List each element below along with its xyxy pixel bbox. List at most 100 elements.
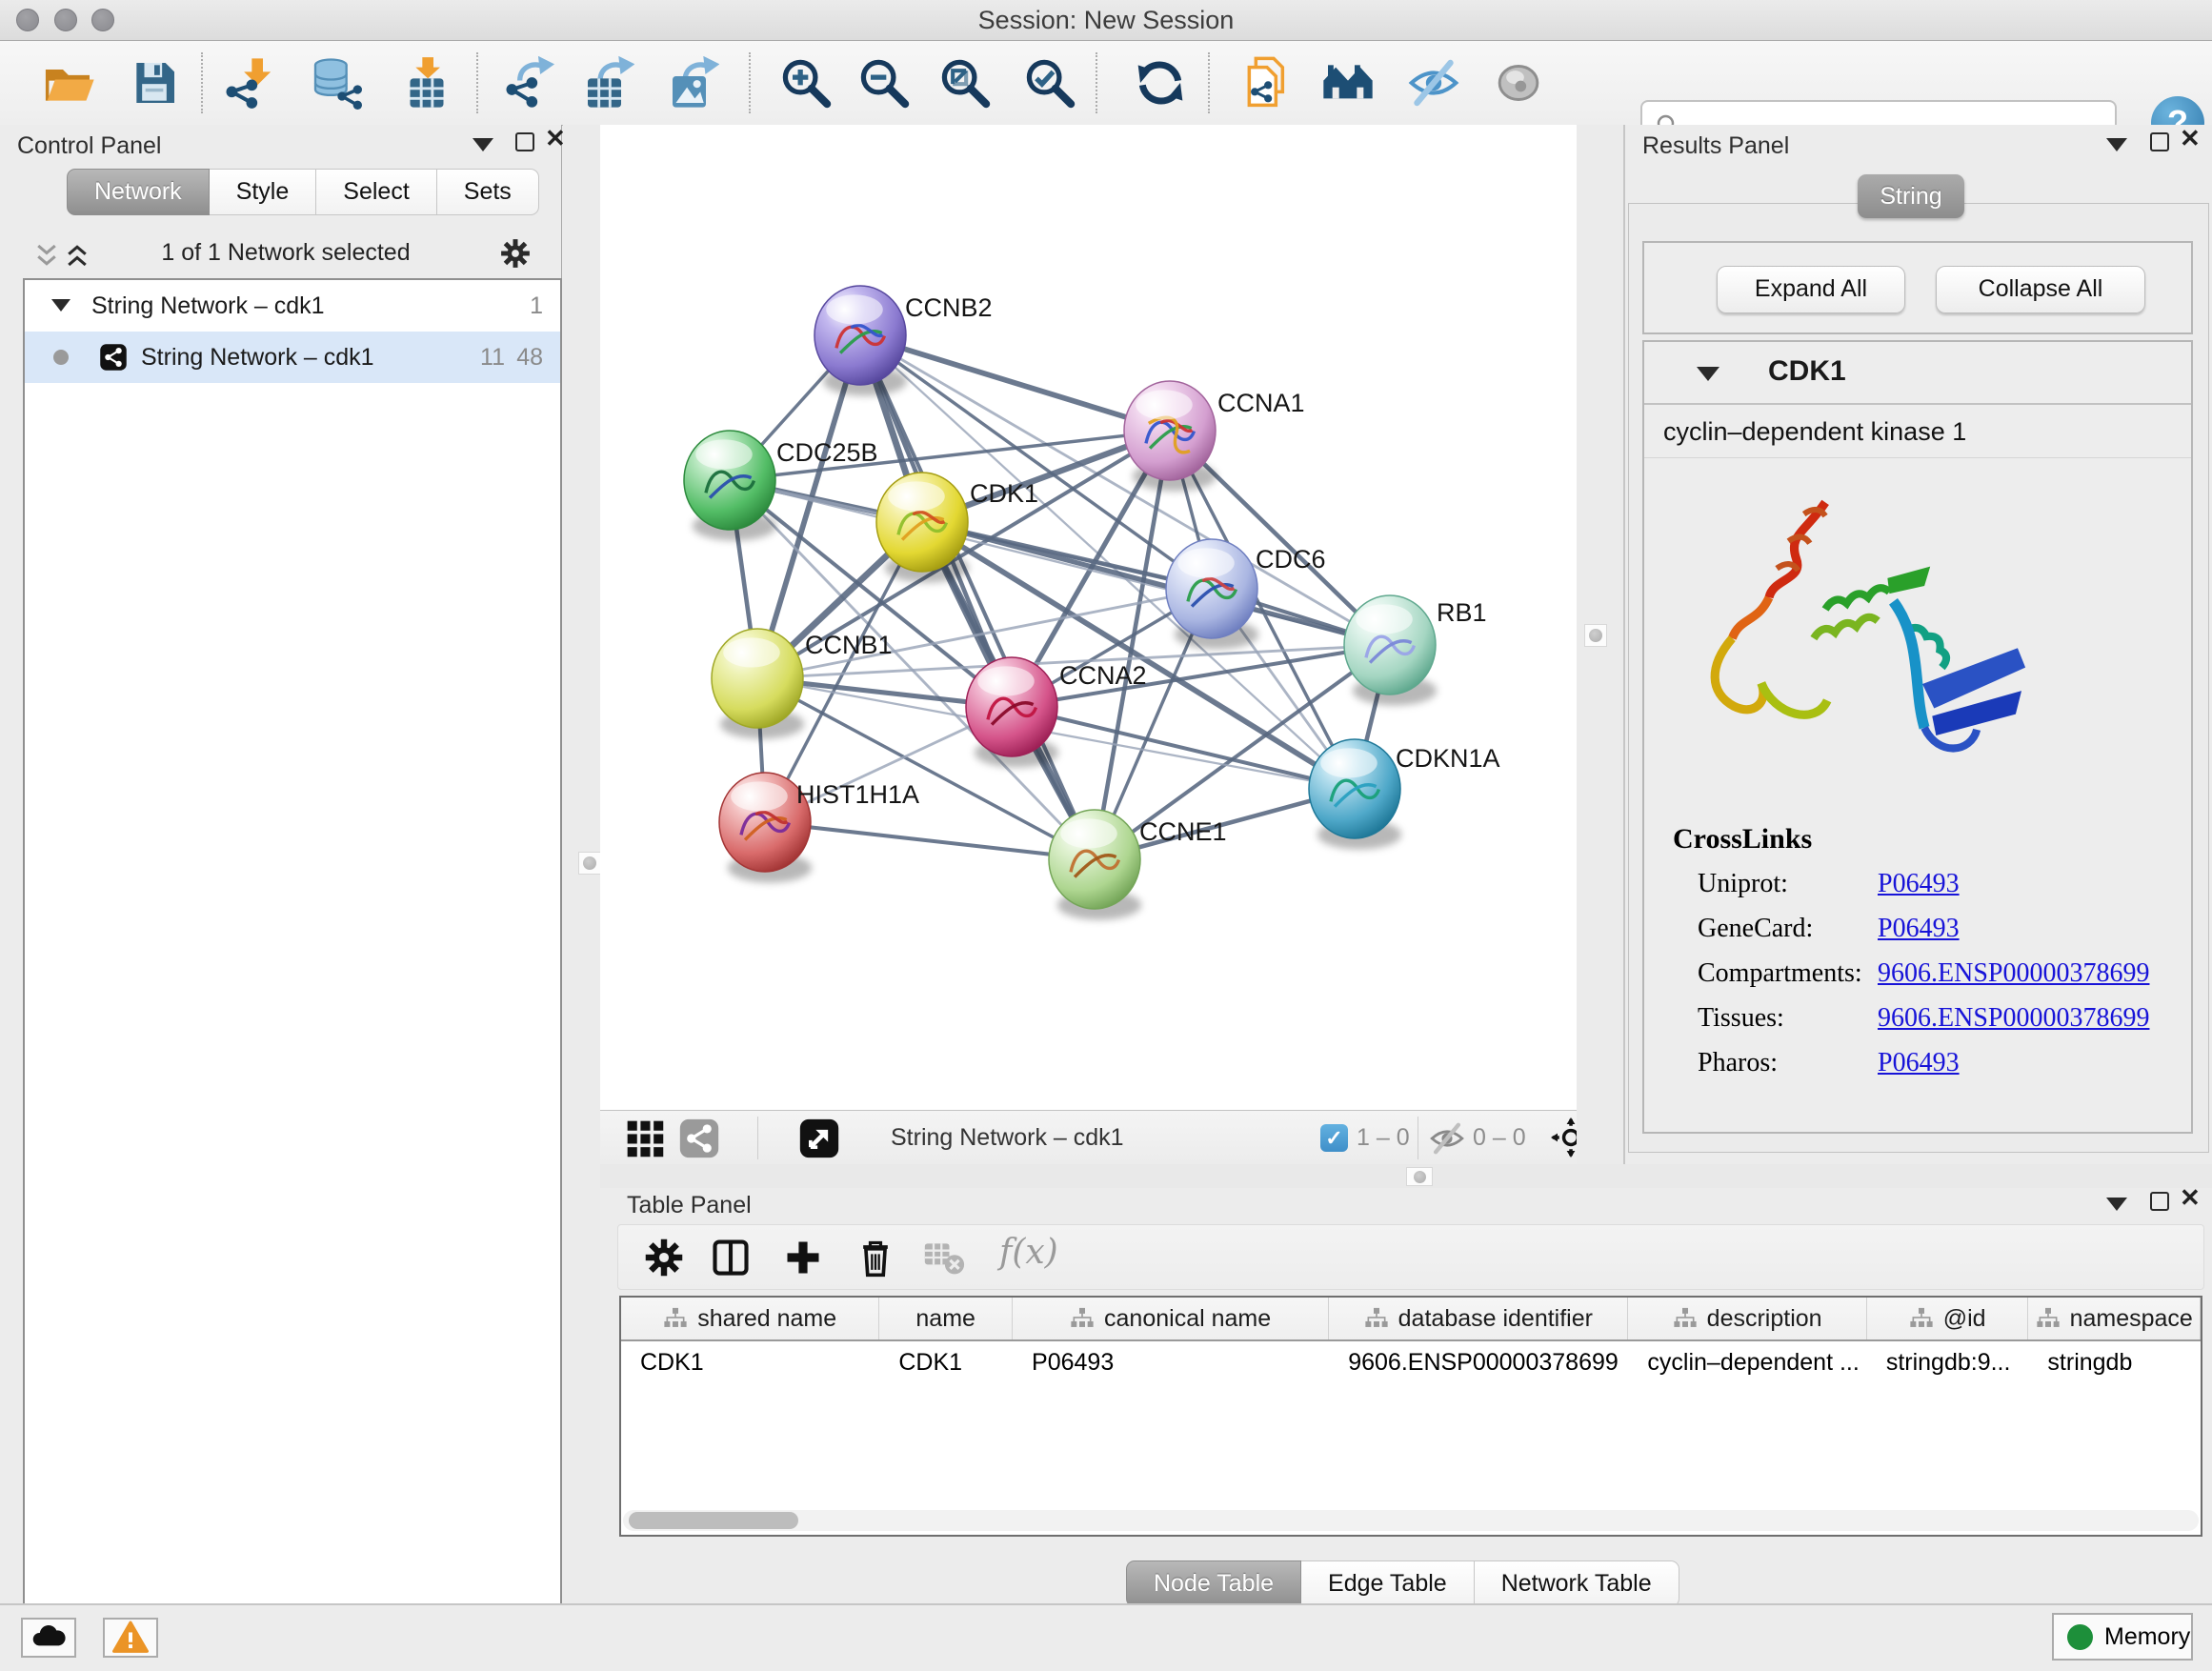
selected-checkbox-icon[interactable]: ✓ — [1320, 1124, 1348, 1152]
zoom-selected-button[interactable] — [1023, 56, 1076, 110]
export-tbl-icon — [581, 56, 634, 110]
tab-node-table[interactable]: Node Table — [1126, 1560, 1301, 1607]
export-table-button[interactable] — [581, 56, 634, 110]
expand-all-icon[interactable] — [63, 241, 91, 270]
main-toolbar: ? — [0, 41, 2212, 126]
table-hscrollbar[interactable] — [623, 1510, 2199, 1531]
grid-view-icon[interactable] — [624, 1117, 666, 1159]
section-expander-icon[interactable] — [1697, 367, 1719, 381]
table-settings-gear-icon[interactable] — [643, 1237, 685, 1278]
show-all-button[interactable] — [1492, 56, 1545, 110]
table-cell[interactable]: cyclin–dependent ... — [1628, 1341, 1866, 1383]
crosslink-link[interactable]: P06493 — [1878, 914, 1960, 944]
collection-expander-icon[interactable] — [51, 299, 70, 312]
table-panel-close-icon[interactable]: ✕ — [2180, 1185, 2201, 1210]
network-view-canvas[interactable]: CCNB2CCNA1CDC25BCDK1CDC6RB1CCNB1CCNA2CDK… — [600, 125, 1577, 1110]
toolbar-separator — [749, 52, 751, 113]
network-node-CCNB1[interactable]: CCNB1 — [712, 629, 893, 739]
results-panel-float-icon[interactable] — [2150, 132, 2169, 151]
tab-string[interactable]: String — [1858, 174, 1964, 218]
results-panel-menu-icon[interactable] — [2106, 138, 2127, 151]
results-panel-close-icon[interactable]: ✕ — [2180, 126, 2201, 151]
left-splitter[interactable] — [563, 125, 600, 1603]
tab-network-table[interactable]: Network Table — [1475, 1560, 1679, 1607]
show-columns-icon[interactable] — [710, 1237, 752, 1278]
network-node-CDKN1A[interactable]: CDKN1A — [1309, 739, 1500, 850]
crosslink-link[interactable]: 9606.ENSP00000378699 — [1878, 1003, 2149, 1034]
network-node-RB1[interactable]: RB1 — [1344, 595, 1487, 706]
export-image-button[interactable] — [666, 56, 719, 110]
tab-style[interactable]: Style — [210, 169, 317, 215]
network-row-selected[interactable]: String Network – cdk1 11 48 — [25, 332, 560, 383]
delete-column-icon[interactable] — [855, 1237, 896, 1278]
control-panel-float-icon[interactable] — [515, 132, 534, 151]
column-header-sharedname[interactable]: shared name — [621, 1298, 879, 1339]
zoom-in-button[interactable] — [779, 56, 833, 110]
network-options-gear-icon[interactable] — [499, 237, 532, 270]
export-network-button[interactable] — [503, 56, 556, 110]
column-header-description[interactable]: description — [1628, 1298, 1866, 1339]
string-view-icon[interactable] — [678, 1117, 720, 1159]
node-label: CCNB2 — [905, 293, 993, 322]
horizontal-splitter-handle[interactable] — [1406, 1167, 1433, 1186]
tab-edge-table[interactable]: Edge Table — [1301, 1560, 1475, 1607]
collapse-all-icon[interactable] — [32, 241, 61, 270]
open-in-new-icon[interactable] — [798, 1117, 840, 1159]
right-splitter-handle[interactable] — [1584, 624, 1607, 647]
network-node-CDC25B[interactable]: CDC25B — [684, 431, 878, 541]
expand-all-button[interactable]: Expand All — [1717, 266, 1905, 313]
network-graph[interactable]: CCNB2CCNA1CDC25BCDK1CDC6RB1CCNB1CCNA2CDK… — [600, 125, 1577, 1110]
cloud-status-button[interactable] — [21, 1618, 76, 1658]
network-edge[interactable] — [765, 822, 1095, 859]
table-cell[interactable]: stringdb:9... — [1867, 1341, 2029, 1383]
apply-layout-button[interactable] — [1134, 56, 1187, 110]
string-query-button[interactable] — [1240, 56, 1294, 110]
export-img-icon — [666, 56, 719, 110]
crosslink-link[interactable]: 9606.ENSP00000378699 — [1878, 958, 2149, 989]
collapse-all-button[interactable]: Collapse All — [1936, 266, 2145, 313]
horizontal-splitter[interactable] — [600, 1164, 2212, 1188]
import-table-button[interactable] — [400, 56, 453, 110]
table-cell[interactable]: CDK1 — [879, 1341, 1013, 1383]
import-network-from-database-button[interactable] — [309, 56, 362, 110]
control-panel-menu-icon[interactable] — [473, 138, 493, 151]
memory-button[interactable]: Memory — [2052, 1613, 2193, 1661]
crosslink-link[interactable]: P06493 — [1878, 1048, 1960, 1078]
hide-selected-button[interactable] — [1407, 56, 1460, 110]
column-header-id[interactable]: @id — [1867, 1298, 2029, 1339]
table-hscrollbar-thumb[interactable] — [629, 1512, 798, 1529]
cdk1-section-header[interactable]: CDK1 — [1644, 342, 2191, 405]
column-header-databaseidentifier[interactable]: database identifier — [1329, 1298, 1628, 1339]
save-session-button[interactable] — [128, 56, 181, 110]
tab-select[interactable]: Select — [316, 169, 436, 215]
network-node-CCNB2[interactable]: CCNB2 — [814, 286, 993, 396]
tab-network[interactable]: Network — [67, 169, 210, 215]
table-cell[interactable]: 9606.ENSP00000378699 — [1329, 1341, 1628, 1383]
warnings-button[interactable] — [103, 1618, 158, 1658]
table-panel-float-icon[interactable] — [2150, 1192, 2169, 1211]
open-session-button[interactable] — [43, 56, 96, 110]
network-edge[interactable] — [1012, 707, 1355, 789]
import-network-button[interactable] — [223, 56, 276, 110]
memory-status-dot-icon — [2067, 1624, 2093, 1650]
network-collection-row[interactable]: String Network – cdk1 1 — [25, 280, 560, 332]
window-title: Session: New Session — [0, 0, 2212, 40]
network-node-CDK1[interactable]: CDK1 — [876, 473, 1038, 583]
first-neighbors-button[interactable] — [1321, 56, 1375, 110]
right-splitter[interactable] — [1577, 125, 1623, 1164]
table-cell[interactable]: CDK1 — [621, 1341, 879, 1383]
tab-sets[interactable]: Sets — [437, 169, 539, 215]
table-row[interactable]: CDK1CDK1P064939606.ENSP00000378699cyclin… — [621, 1341, 2201, 1383]
zoom-out-button[interactable] — [857, 56, 911, 110]
table-panel-menu-icon[interactable] — [2106, 1198, 2127, 1211]
column-header-canonicalname[interactable]: canonical name — [1013, 1298, 1329, 1339]
create-column-icon[interactable] — [782, 1237, 824, 1278]
zoom-fit-button[interactable] — [938, 56, 992, 110]
table-cell[interactable]: P06493 — [1013, 1341, 1329, 1383]
network-node-CCNA1[interactable]: CCNA1 — [1124, 381, 1305, 492]
column-header-name[interactable]: name — [879, 1298, 1013, 1339]
column-header-namespace[interactable]: namespace — [2028, 1298, 2201, 1339]
left-splitter-handle[interactable] — [578, 852, 601, 875]
crosslink-link[interactable]: P06493 — [1878, 869, 1960, 899]
table-cell[interactable]: stringdb — [2028, 1341, 2201, 1383]
